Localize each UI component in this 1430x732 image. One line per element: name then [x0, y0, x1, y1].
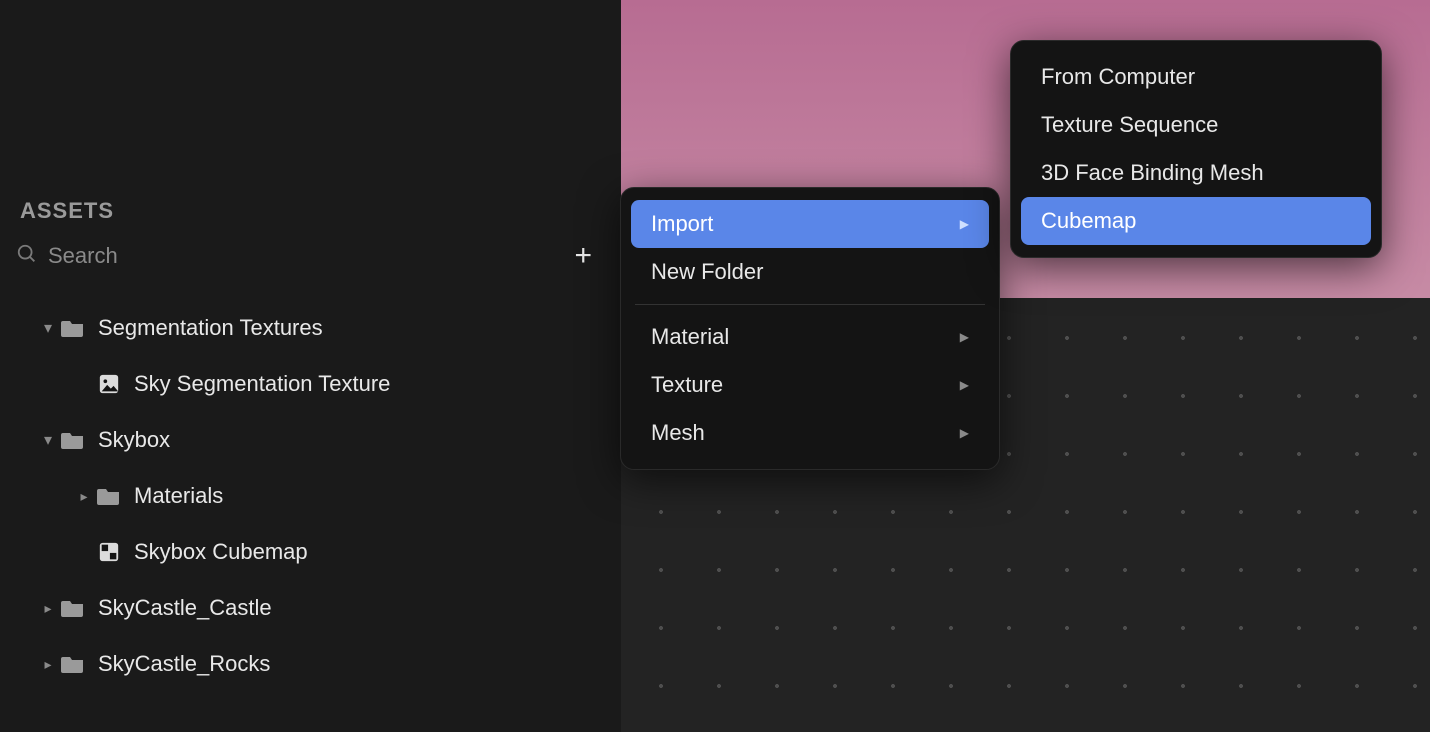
chevron-right-icon[interactable] — [36, 656, 60, 673]
chevron-down-icon[interactable] — [36, 318, 60, 338]
chevron-right-icon[interactable] — [72, 488, 96, 505]
tree-item-label: SkyCastle_Rocks — [98, 651, 270, 677]
import-submenu: From Computer Texture Sequence 3D Face B… — [1010, 40, 1382, 258]
tree-item-label: Materials — [134, 483, 223, 509]
menu-item-texture[interactable]: Texture ▶ — [631, 361, 989, 409]
tree-item-materials[interactable]: Materials — [36, 468, 600, 524]
chevron-right-icon[interactable] — [36, 600, 60, 617]
menu-item-label: From Computer — [1041, 64, 1195, 90]
assets-header: ASSETS — [20, 198, 114, 224]
tree-item-label: Skybox — [98, 427, 170, 453]
submenu-arrow-icon: ▶ — [960, 378, 969, 392]
submenu-arrow-icon: ▶ — [960, 217, 969, 231]
submenu-arrow-icon: ▶ — [960, 426, 969, 440]
tree-item-label: SkyCastle_Castle — [98, 595, 272, 621]
menu-item-label: Mesh — [651, 420, 705, 446]
tree-item-label: Segmentation Textures — [98, 315, 323, 341]
tree-item-sky-segmentation-texture[interactable]: Sky Segmentation Texture — [36, 356, 600, 412]
folder-icon — [60, 429, 86, 451]
menu-item-new-folder[interactable]: New Folder — [631, 248, 989, 296]
search-icon — [16, 243, 38, 270]
menu-item-from-computer[interactable]: From Computer — [1021, 53, 1371, 101]
tree-item-label: Sky Segmentation Texture — [134, 371, 390, 397]
menu-item-3d-face-binding-mesh[interactable]: 3D Face Binding Mesh — [1021, 149, 1371, 197]
tree-item-segmentation-textures[interactable]: Segmentation Textures — [36, 300, 600, 356]
tree-item-skycastle-castle[interactable]: SkyCastle_Castle — [36, 580, 600, 636]
search-row: + — [16, 236, 596, 276]
menu-item-material[interactable]: Material ▶ — [631, 313, 989, 361]
add-asset-button[interactable]: + — [570, 239, 596, 273]
folder-icon — [60, 653, 86, 675]
menu-item-label: New Folder — [651, 259, 763, 285]
folder-icon — [60, 597, 86, 619]
menu-item-cubemap[interactable]: Cubemap — [1021, 197, 1371, 245]
menu-item-label: Material — [651, 324, 729, 350]
asset-tree: Segmentation Textures Sky Segmentation T… — [36, 300, 600, 692]
cubemap-icon — [96, 541, 122, 563]
tree-item-skybox-cubemap[interactable]: Skybox Cubemap — [36, 524, 600, 580]
folder-icon — [96, 485, 122, 507]
context-menu: Import ▶ New Folder Material ▶ Texture ▶… — [620, 187, 1000, 470]
menu-item-import[interactable]: Import ▶ — [631, 200, 989, 248]
assets-panel: ASSETS + Segmentation Textures Sky Segme… — [0, 0, 620, 732]
submenu-arrow-icon: ▶ — [960, 330, 969, 344]
tree-item-skycastle-rocks[interactable]: SkyCastle_Rocks — [36, 636, 600, 692]
folder-icon — [60, 317, 86, 339]
menu-item-label: 3D Face Binding Mesh — [1041, 160, 1264, 186]
menu-item-label: Texture — [651, 372, 723, 398]
menu-item-mesh[interactable]: Mesh ▶ — [631, 409, 989, 457]
tree-item-label: Skybox Cubemap — [134, 539, 308, 565]
menu-item-label: Import — [651, 211, 713, 237]
chevron-down-icon[interactable] — [36, 430, 60, 450]
menu-item-label: Cubemap — [1041, 208, 1136, 234]
search-input[interactable] — [48, 243, 570, 269]
menu-item-texture-sequence[interactable]: Texture Sequence — [1021, 101, 1371, 149]
tree-item-skybox[interactable]: Skybox — [36, 412, 600, 468]
menu-separator — [635, 304, 985, 305]
menu-item-label: Texture Sequence — [1041, 112, 1218, 138]
image-icon — [96, 373, 122, 395]
